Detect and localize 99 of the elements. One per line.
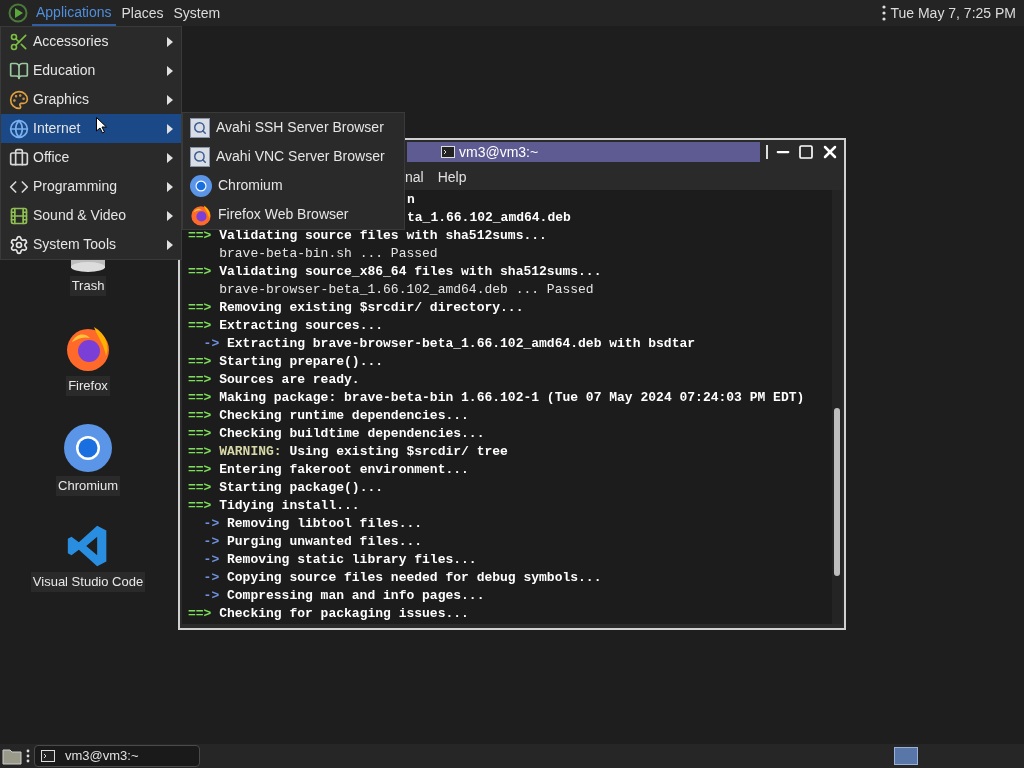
taskbar-button[interactable]: vm3@vm3:~ [34,745,200,767]
terminal-line: Copying source files needed for debug symbols... [227,569,602,587]
title-bar[interactable]: vm3@vm3:~ [407,142,760,162]
menu-item[interactable]: Office [1,143,181,172]
scissors-icon [9,31,29,52]
terminal-line: Checking buildtime dependencies... [219,425,485,443]
prompt-arrow: ==> [188,389,212,407]
terminal-line: Removing libtool files... [227,515,423,533]
prompt-arrow: ==> [188,407,212,425]
pointer-icon [96,117,107,134]
prompt-arrow: ==> [188,371,212,389]
terminal-line: Extracting sources... [219,317,384,335]
prompt-arrow: -> [203,335,220,353]
terminal-line: Checking runtime dependencies... [219,407,469,425]
palette-icon [9,89,29,110]
prompt-arrow: -> [203,587,220,605]
film-icon [9,205,29,226]
magnifier-icon [190,146,210,167]
terminal-line: Compressing man and info pages... [227,587,485,605]
caret-icon [167,210,173,221]
prompt-arrow: ==> [188,443,212,461]
prompt-arrow: ==> [188,425,212,443]
terminal-line: Using existing $srcdir/ tree [289,443,508,461]
prompt-arrow: ==> [188,317,212,335]
chromium-icon [64,424,112,472]
menu-item[interactable]: Accessories [1,27,181,56]
prompt-arrow: ==> [188,353,212,371]
caret-icon [167,152,173,163]
terminal-line: Entering fakeroot environment... [219,461,469,479]
prompt-arrow: ==> [188,227,212,245]
terminal-line: Validating source files with sha512sums... [219,227,547,245]
terminal-line: Starting prepare()... [219,353,384,371]
terminal-line: Removing existing $srcdir/ directory... [219,299,524,317]
magnifier-icon [190,117,210,138]
prompt-arrow: -> [203,515,220,533]
globe-icon [9,118,29,139]
desktop-icon-label[interactable]: Trash [69,276,107,296]
caret-icon [167,181,173,192]
book-icon [9,60,29,81]
menu-item[interactable]: Internet [1,114,181,143]
clock[interactable]: Tue May 7, 7:25 PM [890,2,1016,24]
terminal-menu[interactable]: nal [405,166,424,188]
prompt-arrow: ==> [188,263,212,281]
prompt-arrow: ==> [188,299,212,317]
firefox-icon [64,324,112,372]
panel-menu[interactable]: System [169,0,225,26]
desktop-icon-label[interactable]: Visual Studio Code [30,572,146,592]
terminal-line: ta_1.66.102_amd64.deb [407,210,571,225]
terminal-line: Purging unwanted files... [227,533,423,551]
briefcase-icon [9,147,29,168]
caret-icon [167,65,173,76]
caret-icon [167,239,173,250]
caret-icon [167,36,173,47]
window-title: vm3@vm3:~ [459,142,539,162]
menu-item[interactable]: Avahi SSH Server Browser [183,113,404,142]
caret-icon [167,94,173,105]
menu-item[interactable]: Firefox Web Browser [183,200,404,229]
prompt-arrow: -> [203,533,220,551]
caret-icon [167,123,173,134]
prompt-arrow: -> [203,569,220,587]
kebab-icon[interactable] [882,5,887,21]
terminal-line: Starting package()... [219,479,384,497]
menu-item[interactable]: Programming [1,172,181,201]
terminal-menu[interactable]: Help [437,166,467,188]
handle-icon[interactable] [26,748,30,764]
menu-item[interactable]: System Tools [1,230,181,259]
maximize-icon[interactable] [798,144,814,160]
scrollbar[interactable] [832,190,842,624]
prompt-arrow: ==> [188,497,212,515]
menu-item[interactable]: Chromium [183,171,404,200]
prompt-arrow: ==> [188,461,212,479]
terminal-line: Removing static library files... [227,551,477,569]
terminal-line: Tidying install... [219,497,360,515]
menu-item[interactable]: Sound & Video [1,201,181,230]
terminal-line: brave-browser-beta_1.66.102_amd64.deb ... Passed [219,282,594,297]
terminal-icon [41,750,55,762]
gear-icon [9,234,29,255]
terminal-line: Making package: brave-beta-bin 1.66.102-1 (Tue 07 May 2024 07:24:03 PM EDT) [219,389,805,407]
prompt-arrow: ==> [188,605,212,623]
menu-item[interactable]: Education [1,56,181,85]
prompt-arrow: -> [203,551,220,569]
terminal-line: Checking for packaging issues... [219,605,469,623]
menu-item[interactable]: Avahi VNC Server Browser [183,142,404,171]
firefox-icon [190,203,212,226]
logo-icon [8,3,28,23]
panel-menu[interactable]: Places [117,0,168,26]
terminal-icon [441,146,455,158]
terminal-line: brave-beta-bin.sh ... Passed [219,246,438,261]
terminal-line: n [407,192,415,207]
terminal-line: Sources are ready. [219,371,360,389]
warning-label: WARNING: [219,443,282,461]
terminal-line: Extracting brave-browser-beta_1.66.102_amd64.deb with bsdtar [227,335,696,353]
prompt-arrow: ==> [188,479,212,497]
folder-icon[interactable] [2,747,22,765]
desktop-icon-label[interactable]: Chromium [56,476,120,496]
terminal-line: Validating source_x86_64 files with sha512sums... [219,263,602,281]
desktop-icon-label[interactable]: Firefox [66,376,110,396]
menu-item[interactable]: Graphics [1,85,181,114]
chromium-icon [190,174,212,197]
